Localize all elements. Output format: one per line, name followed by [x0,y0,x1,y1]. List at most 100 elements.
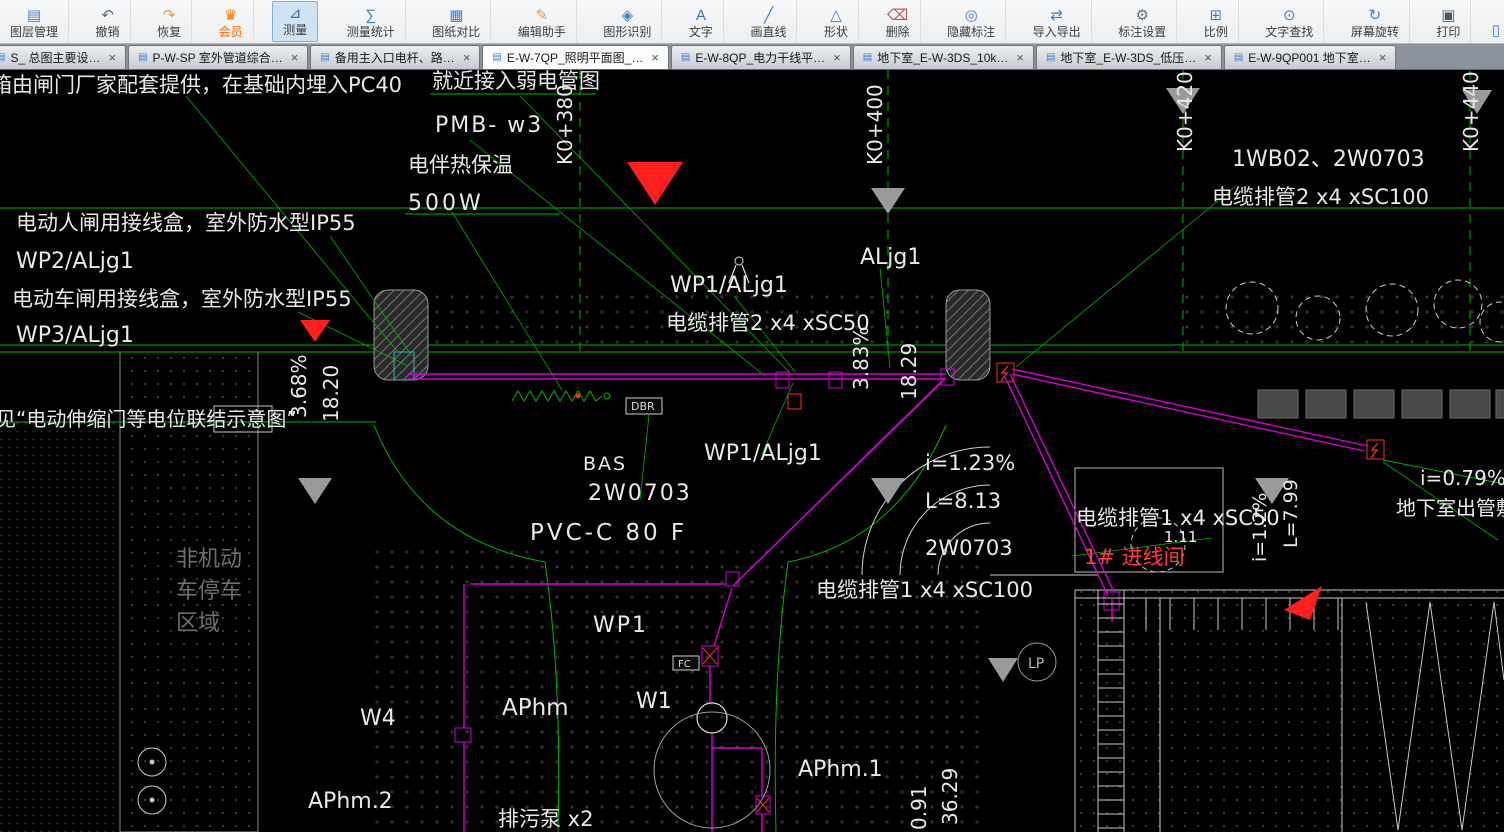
cad-text: 电缆排管1 x4 xSC100 [816,578,1033,602]
cad-text: 18.29 [897,343,921,400]
cad-text: K0+440 [1459,71,1483,152]
drawing-tab-2[interactable]: ▤ 备用主入口电杆、路… × [310,45,481,69]
tab-label: 备用主入口电杆、路… [334,51,455,65]
tab-label: E-W-8QP_电力干线平… [695,51,826,65]
toolbar-item-undo[interactable]: ↶ 撤销 [86,0,131,43]
cad-box [1353,389,1395,419]
layers-icon: ▤ [26,7,42,24]
toolbar-item-draw-line[interactable]: ╱ 画直线 [740,0,798,43]
toolbar-item-shapes[interactable]: △ 形状 [814,0,860,43]
cad-text: WP2/ALjg1 [16,249,134,274]
tab-close-icon[interactable]: × [1379,51,1387,64]
measure-icon: ⊿ [288,5,302,22]
impexp-icon: ⇄ [1050,7,1063,24]
drawing-tab-0[interactable]: ▤ S_ 总图主要设… × [0,45,127,69]
cad-text: FC [678,659,691,670]
tab-close-icon[interactable]: × [463,51,471,64]
compare-icon: ▦ [449,7,464,24]
survey-marker [298,478,332,504]
cad-text: L=7.99 [1280,479,1302,548]
survey-marker [871,188,905,214]
toolbar-item-edit-assistant[interactable]: ✎ 编辑助手 [508,0,577,43]
app-window: ▤ 图层管理 ↶ 撤销 ↷ 恢复 ♛ 会员 ⊿ 测量 ∑ 测量统计 ▦ 图纸对比 ✎ 编辑助手 ◈ 图形识别 A 文字… [0,0,1504,832]
stats-icon: ∑ [365,7,377,24]
cad-text: WP1/ALjg1 [670,273,788,298]
toolbar-item-drawing-compare[interactable]: ▦ 图纸对比 [422,0,492,43]
toolbar-item-print[interactable]: ▣ 打印 [1426,0,1472,43]
toolbar-item-measure-stats[interactable]: ∑ 测量统计 [337,0,406,43]
toolbar-item-label: 屏幕旋转 [1350,25,1399,39]
cad-text: 1# 进线间 [1084,545,1185,569]
toolbar-item-label: 比例 [1203,25,1228,39]
toolbar-item-annotation-settings[interactable]: ⚙ 标注设置 [1108,0,1178,43]
toolbar-item-hide-annotations[interactable]: ◎ 隐藏标注 [937,0,1007,43]
cad-text: PVC-C 80 F [530,520,687,546]
toolbar-item-label: 图形识别 [603,25,652,39]
cad-text: WP1 [593,613,648,638]
cad-text: 电箱由闸门厂家配套提供，在基础内埋入PC40 [0,73,402,97]
toolbar-item-text[interactable]: A 文字 [679,0,724,43]
drawing-tab-7[interactable]: ▤ E-W-9QP001 地下室… × [1223,45,1397,69]
tab-close-icon[interactable]: × [1016,51,1024,64]
rotate-icon: ↻ [1368,7,1382,24]
tab-close-icon[interactable]: × [1204,51,1212,64]
toolbar-item-scale[interactable]: ⊞ 比例 [1194,0,1239,43]
cad-text: W4 [360,706,396,731]
toolbar-item-label: 形状 [824,25,849,39]
toolbar-item-screen-rotate[interactable]: ↻ 屏幕旋转 [1341,0,1410,43]
toolbar-item-label: 导入导出 [1032,25,1081,39]
cad-text: 车停车 [176,579,242,604]
drawing-tab-5[interactable]: ▤ 地下室_E-W-3DS_10k… × [852,45,1034,69]
gate-pillar-right [945,289,991,381]
member-icon: ♛ [223,7,238,24]
tab-label: E-W-9QP001 地下室… [1248,51,1371,65]
cad-text: K0+420 [1173,71,1197,152]
cad-circle [734,256,744,266]
partial-icon: ▯ [1491,22,1501,39]
tab-close-icon[interactable]: × [651,51,659,64]
toolbar-item-member[interactable]: ♛ 会员 [209,0,254,43]
toolbar-item-shape-recognition[interactable]: ◈ 图形识别 [593,0,663,43]
cad-text: W1 [636,689,672,714]
tab-close-icon[interactable]: × [108,51,116,64]
scale-icon: ⊞ [1209,7,1223,24]
cad-text: 1WB02、2W0703 [1232,147,1425,172]
assistant-icon: ✎ [535,7,549,24]
left-hatch-strip [0,420,118,832]
drawing-tab-4[interactable]: ▤ E-W-8QP_电力干线平… × [670,45,851,69]
cad-canvas[interactable]: 电箱由闸门厂家配套提供，在基础内埋入PC40 就近接入弱电管图PMB- w3电伴热… [0,70,1504,832]
recognize-icon: ◈ [621,7,634,24]
toolbar-item-redo[interactable]: ↷ 恢复 [147,0,193,43]
tab-close-icon[interactable]: × [291,51,299,64]
canvas-area[interactable]: 电箱由闸门厂家配套提供，在基础内埋入PC40 就近接入弱电管图 PMB- w3 电伴热… [0,70,1504,832]
tab-close-icon[interactable]: × [833,51,841,64]
cad-text: 排污泵 x2 [498,807,593,831]
drawing-tab-6[interactable]: ▤ 地下室_E-W-3DS_低压… × [1035,45,1222,69]
drawing-tab-3[interactable]: ▤ E-W-7QP_照明平面图_… × [482,45,669,69]
cad-box [1401,389,1443,419]
toolbar-item-delete[interactable]: ⌫ 删除 [876,0,921,43]
gate-pillar-left [373,289,429,381]
red-marker [627,162,683,205]
toolbar-item-partial[interactable]: ▯ [1488,0,1504,43]
tab-label: 地下室_E-W-3DS_低压… [1060,51,1197,65]
drawing-file-icon: ▤ [138,51,148,63]
toolbar-item-label: 标注设置 [1118,25,1167,39]
drawing-file-icon: ▤ [862,51,873,63]
toolbar-item-label: 撤销 [95,25,120,39]
cad-text: 1.11 [1164,528,1197,546]
toolbar-item-label: 隐藏标注 [947,25,996,39]
cad-text: 电缆排管2 x4 xSC50 [666,311,870,335]
toolbar-item-measure[interactable]: ⊿ 测量 [272,1,319,42]
toolbar-item-layer-manager[interactable]: ▤ 图层管理 [0,0,70,43]
cad-text: APhm.2 [308,789,393,814]
toolbar-item-import-export[interactable]: ⇄ 导入导出 [1023,0,1092,43]
drawing-tab-1[interactable]: ▤ P-W-SP 室外管道综合… × [128,45,309,69]
toolbar-item-text-search[interactable]: ⊙ 文字查找 [1255,0,1325,43]
tab-label: E-W-7QP_照明平面图_… [506,51,644,65]
print-icon: ▣ [1441,7,1456,24]
tab-label: 地下室_E-W-3DS_10k… [877,51,1009,65]
hide-icon: ◎ [964,7,978,24]
toolbar-item-label: 测量统计 [346,25,395,39]
toolbar: ▤ 图层管理 ↶ 撤销 ↷ 恢复 ♛ 会员 ⊿ 测量 ∑ 测量统计 ▦ 图纸对比 ✎ 编辑助手 ◈ 图形识别 A 文字… [0,0,1504,44]
